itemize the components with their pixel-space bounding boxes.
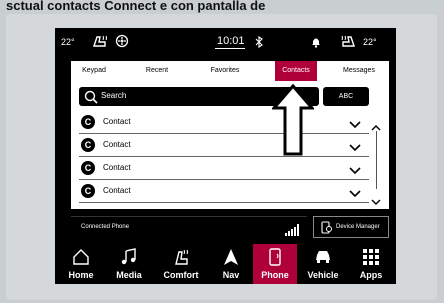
contact-name: Contact bbox=[103, 163, 131, 172]
chevron-down-icon[interactable] bbox=[349, 185, 361, 203]
search-icon bbox=[84, 90, 98, 109]
device-manager-icon bbox=[321, 221, 332, 239]
device-manager-label: Device Manager bbox=[336, 224, 380, 230]
chevron-down-icon[interactable] bbox=[349, 162, 361, 180]
bluetooth-icon bbox=[255, 35, 263, 53]
fan-icon[interactable] bbox=[115, 34, 129, 53]
scrollbar[interactable] bbox=[376, 131, 377, 189]
nav-label: Vehicle bbox=[307, 270, 339, 280]
nav-label: Nav bbox=[222, 270, 240, 280]
comfort-seat-icon bbox=[172, 248, 190, 271]
temp-left: 22° bbox=[61, 37, 75, 47]
nav-comfort[interactable]: Comfort bbox=[159, 244, 203, 284]
tab-favorites[interactable]: Favorites bbox=[197, 61, 253, 81]
nav-apps[interactable]: Apps bbox=[349, 244, 393, 284]
contact-avatar: C bbox=[81, 161, 95, 175]
tab-messages[interactable]: Messages bbox=[333, 61, 385, 81]
head-unit-screen: 22° 10:01 22° Keypad Recent Favorites Co… bbox=[55, 28, 396, 284]
contact-avatar: C bbox=[81, 115, 95, 129]
page-caption: sctual contacts Connect e con pantalla d… bbox=[6, 0, 266, 13]
tab-contacts[interactable]: Contacts bbox=[275, 61, 317, 81]
clock: 10:01 bbox=[217, 35, 245, 47]
signal-bars-icon bbox=[285, 223, 299, 241]
device-manager-button[interactable]: Device Manager bbox=[313, 216, 389, 238]
tab-recent[interactable]: Recent bbox=[131, 61, 183, 81]
home-icon bbox=[72, 248, 90, 271]
phone-tabs: Keypad Recent Favorites Contacts Message… bbox=[71, 61, 389, 81]
chevron-down-icon[interactable] bbox=[349, 139, 361, 157]
abc-button[interactable]: ABC bbox=[323, 87, 369, 106]
contact-name: Contact bbox=[103, 186, 131, 195]
search-label: Search bbox=[101, 91, 127, 100]
bottom-nav: Home Media Comfort Nav Phone Vehicle App… bbox=[55, 244, 396, 284]
contact-row[interactable]: C Contact bbox=[79, 134, 369, 157]
nav-phone[interactable]: Phone bbox=[253, 244, 297, 284]
pointer-arrow bbox=[270, 83, 316, 161]
vehicle-icon bbox=[314, 248, 332, 271]
connected-phone-label: Connected Phone bbox=[81, 224, 130, 230]
phone-panel: Keypad Recent Favorites Contacts Message… bbox=[71, 61, 389, 209]
nav-label: Comfort bbox=[163, 270, 199, 280]
nav-media[interactable]: Media bbox=[107, 244, 151, 284]
nav-label: Phone bbox=[261, 270, 289, 280]
heated-seat-right-icon[interactable] bbox=[339, 34, 357, 53]
contact-avatar: C bbox=[81, 184, 95, 198]
nav-label: Home bbox=[68, 270, 94, 280]
clock-underline bbox=[215, 48, 245, 49]
connected-phone-bar: Connected Phone bbox=[71, 216, 307, 239]
nav-home[interactable]: Home bbox=[59, 244, 103, 284]
contact-name: Contact bbox=[103, 140, 131, 149]
nav-arrow-icon bbox=[222, 248, 240, 271]
nav-label: Media bbox=[116, 270, 142, 280]
bell-icon bbox=[311, 35, 321, 53]
nav-nav[interactable]: Nav bbox=[209, 244, 253, 284]
status-bar: 22° 10:01 22° bbox=[55, 28, 396, 58]
apps-grid-icon bbox=[362, 248, 380, 271]
tab-keypad[interactable]: Keypad bbox=[71, 61, 117, 81]
temp-right: 22° bbox=[363, 37, 377, 47]
nav-vehicle[interactable]: Vehicle bbox=[301, 244, 345, 284]
contact-row[interactable]: C Contact bbox=[79, 157, 369, 180]
phone-icon bbox=[266, 248, 284, 271]
nav-label: Apps bbox=[359, 270, 383, 280]
media-note-icon bbox=[120, 248, 138, 271]
contact-avatar: C bbox=[81, 138, 95, 152]
heated-seat-icon[interactable] bbox=[91, 34, 109, 53]
contact-row[interactable]: C Contact bbox=[79, 180, 369, 203]
chevron-down-icon[interactable] bbox=[349, 116, 361, 134]
contact-row[interactable]: C Contact bbox=[79, 111, 369, 134]
contact-name: Contact bbox=[103, 117, 131, 126]
scroll-down-icon[interactable] bbox=[371, 193, 381, 211]
